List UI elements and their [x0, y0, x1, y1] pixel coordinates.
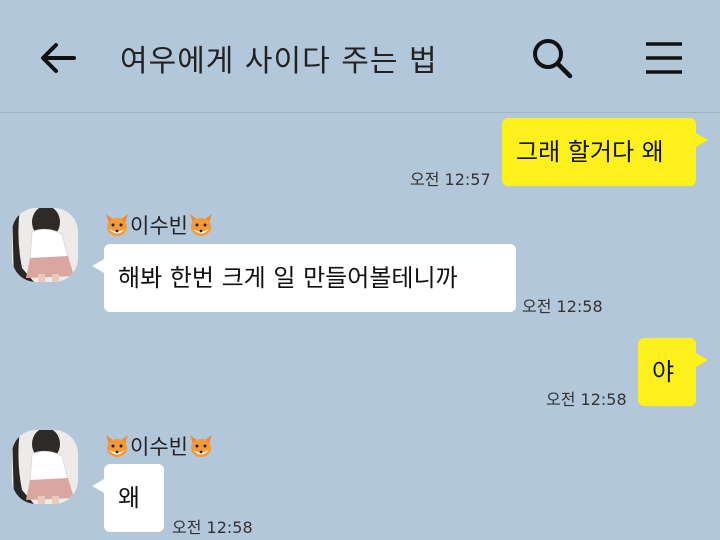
sender-name-text: 이수빈 [130, 214, 188, 238]
sender-name: 이수빈 [104, 431, 214, 461]
message-bubble-mine[interactable]: 야 [638, 338, 708, 406]
message-text: 해봐 한번 크게 일 만들어볼테니까 [118, 264, 458, 292]
chat-title: 여우에게 사이다 주는 법 [120, 44, 438, 79]
back-button[interactable] [38, 38, 78, 78]
message-time: 오전 12:57 [410, 170, 491, 189]
avatar[interactable] [12, 208, 78, 282]
message-time: 오전 12:58 [172, 518, 253, 537]
menu-button[interactable] [644, 40, 684, 76]
profile-photo [12, 208, 78, 282]
profile-photo [12, 430, 78, 504]
fox-emoji-icon [106, 435, 128, 457]
message-bubble-theirs[interactable]: 왜 [92, 464, 164, 532]
avatar[interactable] [12, 430, 78, 504]
sender-name: 이수빈 [104, 210, 214, 240]
chat-header: 여우에게 사이다 주는 법 [0, 0, 720, 113]
message-bubble-theirs[interactable]: 해봐 한번 크게 일 만들어볼테니까 [92, 244, 516, 312]
message-text: 왜 [118, 484, 141, 512]
message-time: 오전 12:58 [546, 390, 627, 409]
fox-emoji-icon [106, 214, 128, 236]
arrow-left-icon [41, 43, 76, 73]
hamburger-menu-icon [646, 42, 682, 74]
search-icon [533, 39, 573, 79]
message-time: 오전 12:58 [522, 297, 603, 316]
message-text: 야 [652, 358, 675, 386]
message-bubble-mine[interactable]: 그래 할거다 왜 [502, 118, 708, 186]
search-button[interactable] [530, 36, 574, 80]
fox-emoji-icon [189, 435, 212, 457]
message-text: 그래 할거다 왜 [516, 138, 664, 166]
fox-emoji-icon [189, 214, 212, 236]
sender-name-text: 이수빈 [130, 435, 188, 459]
